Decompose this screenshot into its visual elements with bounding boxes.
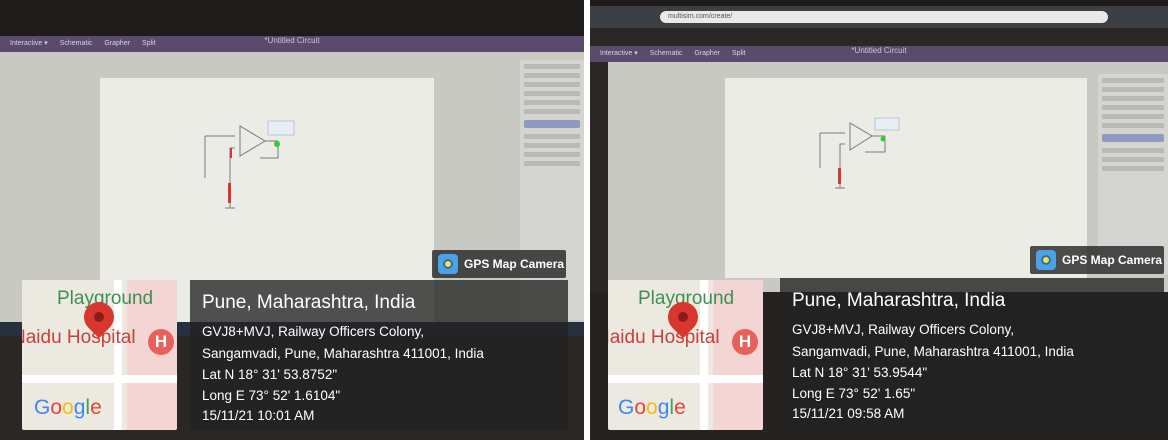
longitude-text: Long E 73° 52' 1.6104" [202,388,341,403]
gps-camera-icon [438,254,458,274]
location-map: Playground Naidu Hospital H Google [22,280,177,430]
photo-left: Interactive ▾ Schematic Grapher Split *U… [0,0,584,440]
address-line-1: GVJ8+MVJ, Railway Officers Colony, [792,322,1014,337]
city-heading: Pune, Maharashtra, India [202,292,416,313]
city-heading: Pune, Maharashtra, India [792,290,1006,311]
datetime-text: 15/11/21 09:58 AM [792,406,905,421]
badge-label: GPS Map Camera [1062,253,1163,267]
window-title: *Untitled Circuit [851,46,907,55]
google-logo: Google [34,396,102,419]
hospital-marker-icon: H [732,329,758,355]
datetime-text: 15/11/21 10:01 AM [202,408,315,423]
gps-camera-icon [1036,250,1056,270]
gps-map-camera-badge: GPS Map Camera [1030,246,1164,274]
map-label-hospital: Naidu Hospital [22,327,136,348]
google-logo: Google [618,396,686,419]
location-map: Playground Naidu Hospital H Google [608,280,763,430]
location-info-box: Pune, Maharashtra, India GVJ8+MVJ, Railw… [780,278,1164,430]
browser-chrome: multisim.com/create/ [590,6,1168,28]
gps-map-camera-badge: GPS Map Camera [432,250,566,278]
app-toolbar: Interactive ▾ Schematic Grapher Split *U… [0,36,584,52]
map-label-hospital: Naidu Hospital [608,327,720,348]
address-line-2: Sangamvadi, Pune, Maharashtra 411001, In… [202,346,484,361]
address-line-1: GVJ8+MVJ, Railway Officers Colony, [202,324,424,339]
longitude-text: Long E 73° 52' 1.65" [792,386,916,401]
properties-panel [1098,74,1168,274]
monitor-bezel-top [590,0,1168,6]
simulation-button[interactable] [1102,134,1164,142]
window-title: *Untitled Circuit [264,36,320,45]
latitude-text: Lat N 18° 31' 53.9544" [792,365,928,380]
simulation-button[interactable] [524,120,580,128]
app-toolbar: Interactive ▾ Schematic Grapher Split *U… [590,46,1168,62]
address-bar[interactable]: multisim.com/create/ [660,11,1108,23]
hospital-marker-icon: H [148,329,174,355]
photo-right: multisim.com/create/ Interactive ▾ Schem… [590,0,1168,440]
badge-label: GPS Map Camera [464,257,565,271]
latitude-text: Lat N 18° 31' 53.8752" [202,367,338,382]
address-line-2: Sangamvadi, Pune, Maharashtra 411001, In… [792,344,1074,359]
location-info-box: Pune, Maharashtra, India GVJ8+MVJ, Railw… [190,280,568,430]
